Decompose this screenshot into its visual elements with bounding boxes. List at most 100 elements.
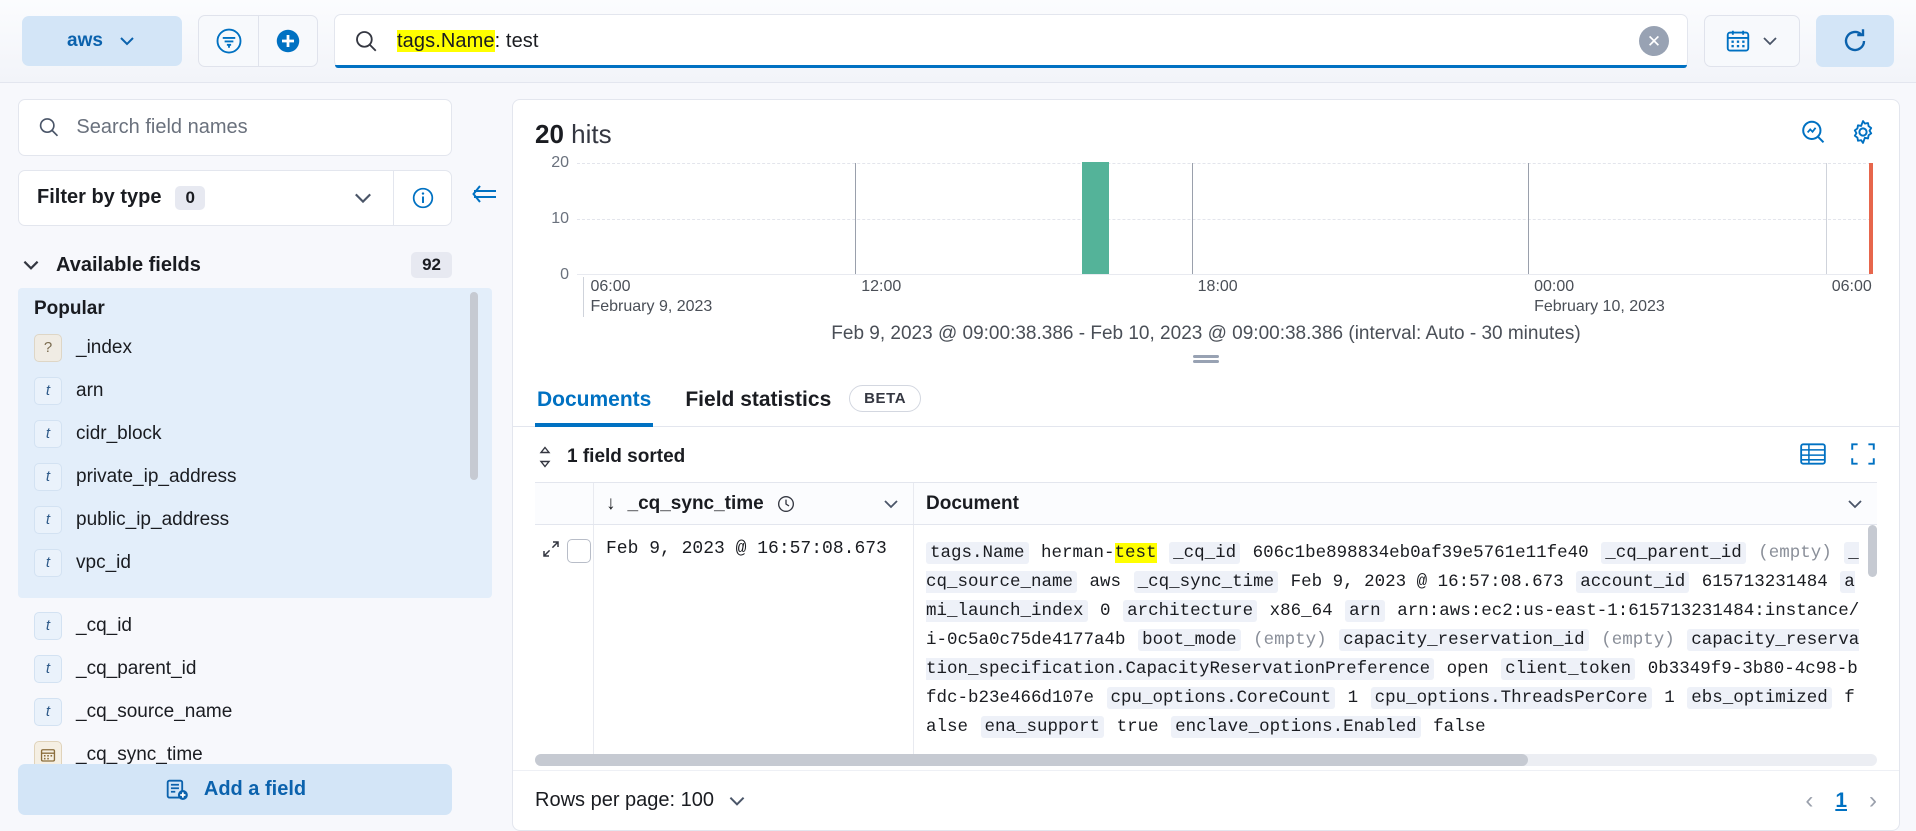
field-name: _cq_id	[76, 614, 132, 636]
field-name: cidr_block	[76, 422, 162, 444]
gridline	[577, 163, 1871, 164]
add-a-field-button[interactable]: Add a field	[18, 764, 452, 815]
doc-field-key: cpu_options.CoreCount	[1106, 687, 1336, 709]
x-tick-time: 12:00	[861, 278, 902, 295]
table-header-row: ↓ _cq_sync_time Document	[535, 483, 1877, 525]
gear-icon[interactable]	[1849, 118, 1877, 151]
chevron-down-icon	[23, 261, 39, 271]
chart-plot-area: 20 10 0	[551, 154, 1873, 283]
query-field-token: tags.Name	[397, 29, 495, 52]
field-item[interactable]: t _cq_parent_id	[18, 647, 492, 690]
tab-field-statistics-label: Field statistics	[685, 388, 832, 411]
tab-documents[interactable]: Documents	[535, 378, 654, 427]
sort-button[interactable]: 1 field sorted	[535, 446, 685, 468]
table-vertical-scrollbar[interactable]	[1868, 525, 1877, 577]
search-icon	[356, 31, 377, 52]
x-tick: 12:00	[855, 277, 901, 297]
table-header-document[interactable]: Document	[913, 483, 1877, 524]
fullscreen-icon[interactable]	[1849, 441, 1877, 472]
data-view-picker[interactable]: aws	[22, 16, 182, 66]
doc-field-value: (empty)	[1758, 543, 1832, 563]
query-bar[interactable]: tags.Name: test ✕	[334, 14, 1688, 68]
field-list-scrollbar[interactable]	[470, 292, 478, 481]
field-item[interactable]: t _cq_source_name	[18, 690, 492, 733]
doc-field-key: tags.Name	[926, 542, 1029, 564]
field-name: private_ip_address	[76, 465, 237, 487]
doc-field-key: ena_support	[980, 716, 1105, 738]
field-name: _index	[76, 336, 132, 358]
field-list[interactable]: Popular ? _index t arn t cidr_block t pr…	[18, 288, 492, 765]
field-item[interactable]: t vpc_id	[18, 541, 492, 584]
row-select-checkbox[interactable]	[567, 539, 591, 563]
doc-field-key: account_id	[1576, 571, 1690, 593]
axis-tick-line	[1528, 163, 1530, 274]
field-type-date-icon	[34, 740, 62, 765]
hits-row: 20 hits	[513, 100, 1899, 155]
info-circle-icon[interactable]	[393, 170, 451, 226]
search-icon	[39, 118, 59, 137]
main-content: 20 hits 20 10 0 06:00 February 9, 2023 1…	[512, 83, 1916, 831]
chevron-right-icon[interactable]: ›	[1869, 787, 1877, 815]
display-options-icon[interactable]	[1799, 441, 1827, 472]
field-item[interactable]: t public_ip_address	[18, 498, 492, 541]
field-item[interactable]: t cidr_block	[18, 412, 492, 455]
x-tick-time: 06:00	[1831, 278, 1872, 295]
query-text: tags.Name: test	[397, 29, 539, 53]
chevron-down-icon	[1763, 37, 1777, 46]
filter-by-type-button[interactable]: Filter by type 0	[19, 171, 393, 226]
doc-field-value: (empty)	[1253, 630, 1327, 650]
discover-panel: 20 hits 20 10 0 06:00 February 9, 2023 1…	[512, 99, 1900, 831]
panel-tabs: Documents Field statistics BETA	[513, 375, 1899, 427]
rows-per-page-button[interactable]: Rows per page: 100	[535, 789, 748, 812]
popular-fields-group: Popular ? _index t arn t cidr_block t pr…	[18, 288, 492, 599]
field-item[interactable]: t _cq_id	[18, 604, 492, 647]
tab-field-statistics[interactable]: Field statistics BETA	[683, 375, 923, 426]
table-footer: Rows per page: 100 ‹ 1 ›	[513, 770, 1899, 830]
field-type-string-icon: t	[34, 548, 62, 577]
plus-circle-icon[interactable]	[258, 16, 317, 66]
histogram-bar[interactable]	[1081, 162, 1109, 274]
table-horizontal-scrollbar[interactable]	[535, 754, 1877, 766]
filter-icon[interactable]	[199, 16, 258, 66]
doc-field-value: 1	[1664, 688, 1675, 708]
hits-histogram[interactable]: 20 10 0 06:00 February 9, 2023 12:00 18:…	[513, 154, 1899, 375]
available-fields-label: Available fields	[56, 253, 201, 276]
available-fields-header[interactable]: Available fields 92	[18, 252, 452, 279]
x-tick: 00:00 February 10, 2023	[1528, 277, 1665, 317]
table-header-time[interactable]: ↓ _cq_sync_time	[593, 483, 913, 524]
chevron-down-icon	[355, 193, 371, 204]
chevron-left-icon[interactable]: ‹	[1805, 787, 1813, 815]
x-tick-time: 06:00	[590, 278, 631, 295]
axis-tick-line	[855, 163, 857, 274]
y-tick-label: 0	[560, 266, 569, 283]
field-item[interactable]: t private_ip_address	[18, 455, 492, 498]
doc-field-key: _cq_id	[1169, 542, 1241, 564]
hits-count: 20	[535, 119, 564, 149]
doc-field-key: cpu_options.ThreadsPerCore	[1370, 687, 1652, 709]
doc-field-key: boot_mode	[1138, 629, 1241, 651]
chevron-down-icon[interactable]	[881, 494, 901, 514]
doc-field-value: open	[1446, 659, 1489, 679]
clear-query-button[interactable]: ✕	[1639, 26, 1669, 56]
refresh-button[interactable]	[1816, 15, 1894, 67]
visualize-magnifier-icon[interactable]	[1799, 118, 1827, 151]
field-item[interactable]: t arn	[18, 369, 492, 412]
chevron-down-icon[interactable]	[1845, 494, 1865, 514]
x-tick-time: 18:00	[1197, 278, 1238, 295]
doc-field-key: client_token	[1501, 658, 1636, 680]
field-item[interactable]: ? _index	[18, 326, 492, 369]
search-input[interactable]	[76, 115, 433, 139]
tab-documents-label: Documents	[537, 388, 652, 411]
expand-row-icon[interactable]	[541, 539, 561, 564]
collapse-sidebar-icon[interactable]	[470, 183, 498, 210]
table-horizontal-scroll-thumb[interactable]	[535, 754, 1529, 766]
doc-field-key: arn	[1345, 600, 1385, 622]
rows-per-page-label: Rows per page: 100	[535, 789, 715, 811]
resize-handle-icon[interactable]	[535, 347, 1877, 375]
field-type-unknown-icon: ?	[34, 333, 62, 362]
page-number-1[interactable]: 1	[1835, 789, 1847, 813]
doc-field-key: _cq_parent_id	[1601, 542, 1746, 564]
date-picker-button[interactable]	[1704, 15, 1800, 67]
field-item[interactable]: _cq_sync_time	[18, 733, 492, 765]
field-search-box[interactable]	[18, 99, 452, 156]
